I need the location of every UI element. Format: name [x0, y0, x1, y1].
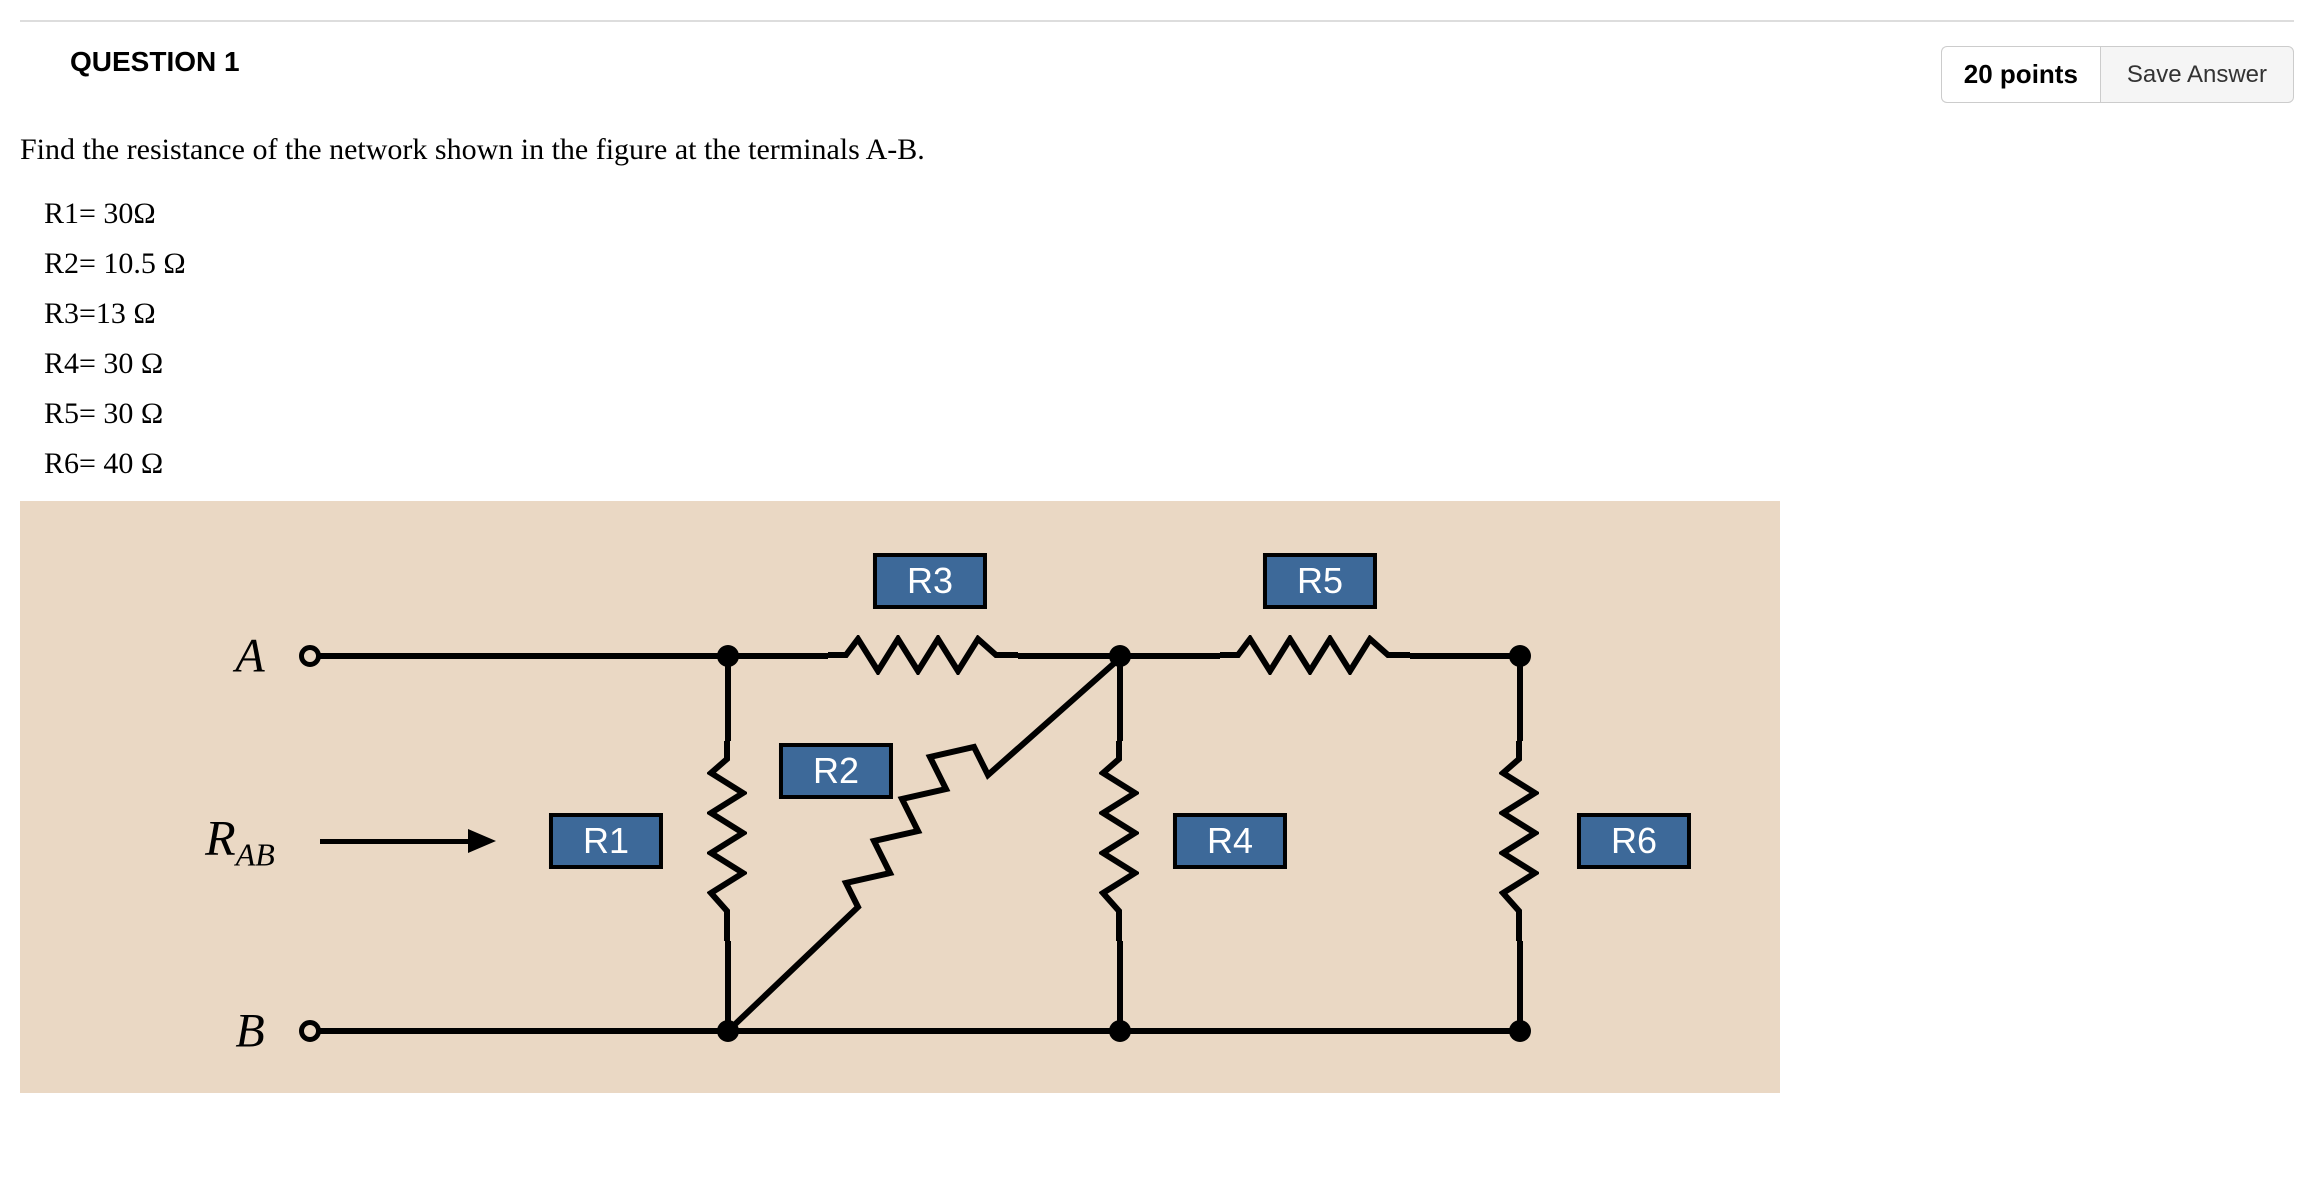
label-r5: R5 — [1263, 553, 1377, 609]
wire — [1517, 941, 1523, 1031]
resistor-r2-symbol — [728, 651, 1128, 1041]
wire — [1410, 653, 1520, 659]
value-r4: R4= 30 Ω — [44, 347, 2294, 381]
save-answer-button[interactable]: Save Answer — [2100, 46, 2294, 103]
label-r1: R1 — [549, 813, 663, 869]
resistor-r6-symbol — [1499, 741, 1539, 941]
label-r6: R6 — [1577, 813, 1691, 869]
label-r2: R2 — [779, 743, 893, 799]
terminal-b-label: B — [235, 1004, 264, 1059]
value-r5: R5= 30 Ω — [44, 397, 2294, 431]
points-badge: 20 points — [1941, 46, 2100, 103]
question-title: QUESTION 1 — [70, 46, 240, 78]
question-header: QUESTION 1 20 points Save Answer — [20, 20, 2294, 103]
label-r4: R4 — [1173, 813, 1287, 869]
question-prompt: Find the resistance of the network shown… — [20, 133, 2294, 167]
value-r1: R1= 30Ω — [44, 197, 2294, 231]
resistor-values: R1= 30Ω R2= 10.5 Ω R3=13 Ω R4= 30 Ω R5= … — [44, 197, 2294, 481]
rab-arrow-head — [468, 829, 496, 853]
wire — [1517, 656, 1523, 741]
terminal-a — [299, 645, 321, 667]
terminal-b — [299, 1020, 321, 1042]
node — [1509, 1020, 1531, 1042]
resistor-r5-symbol — [1220, 635, 1410, 675]
value-r2: R2= 10.5 Ω — [44, 247, 2294, 281]
terminal-a-label: A — [235, 629, 264, 684]
rab-arrow-line — [320, 839, 470, 844]
label-r3: R3 — [873, 553, 987, 609]
wire — [1120, 653, 1220, 659]
wire — [728, 1028, 1120, 1034]
circuit-figure: A R3 R5 R1 R4 — [20, 501, 1780, 1093]
question-meta: 20 points Save Answer — [1941, 46, 2294, 103]
circuit-figure-container: A R3 R5 R1 R4 — [20, 501, 1780, 1093]
wire — [1120, 1028, 1520, 1034]
wire — [320, 1028, 728, 1034]
wire — [320, 653, 728, 659]
value-r3: R3=13 Ω — [44, 297, 2294, 331]
rab-label: RAB — [205, 809, 275, 874]
value-r6: R6= 40 Ω — [44, 447, 2294, 481]
